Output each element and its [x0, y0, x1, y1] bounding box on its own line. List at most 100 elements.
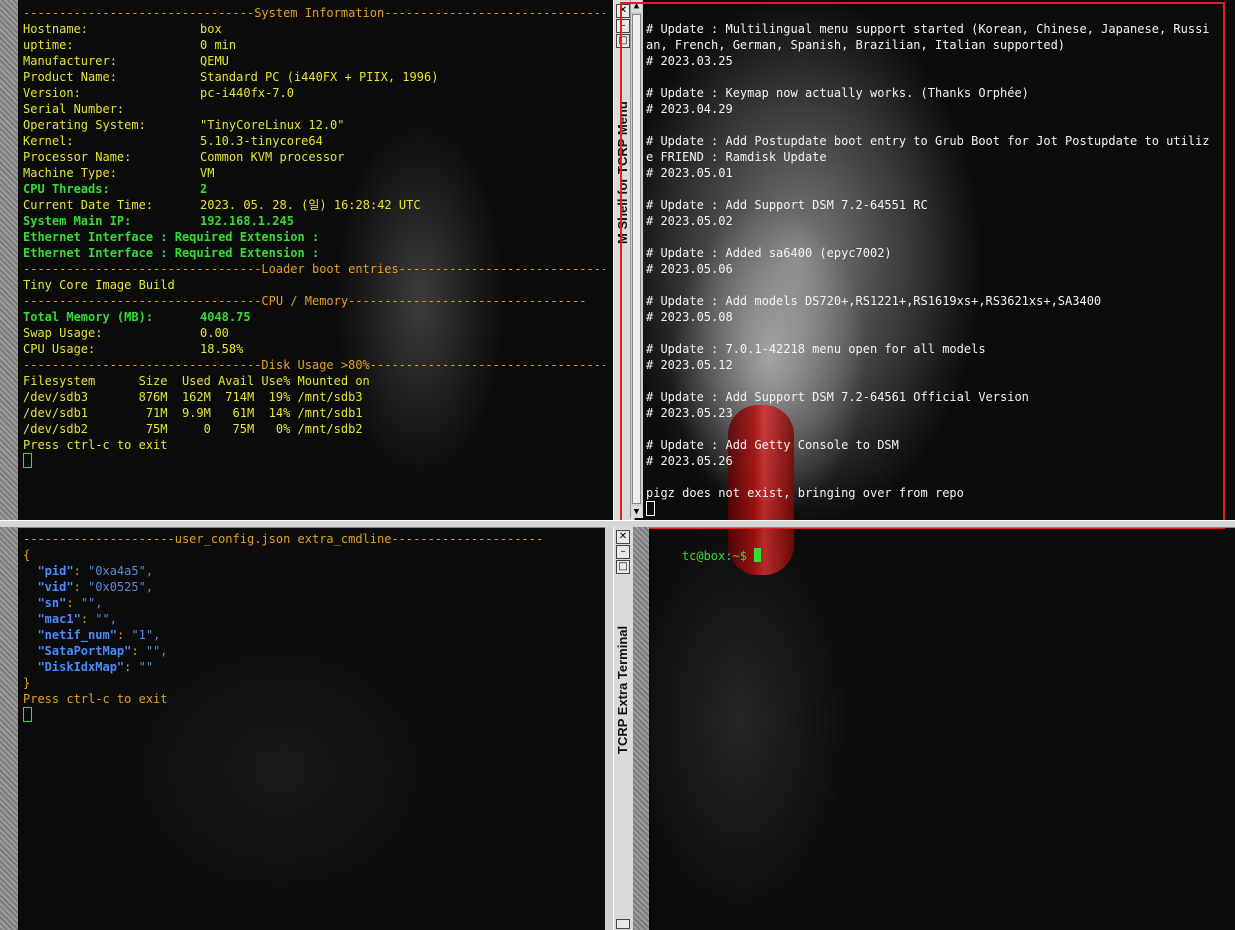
- exit-hint: Press ctrl-c to exit: [23, 438, 168, 452]
- config-terminal-window[interactable]: ---------------------user_config.json ex…: [0, 527, 605, 930]
- terminal-line: "SataPortMap": "",: [23, 643, 603, 659]
- json-value: "0xa4a5",: [88, 564, 154, 578]
- terminal-line: Total Memory (MB): 4048.75: [23, 309, 603, 325]
- json-key: "SataPortMap": [37, 644, 132, 658]
- info-value: 18.58%: [200, 342, 244, 356]
- terminal-line: /dev/sdb3 876M 162M 714M 19% /mnt/sdb3: [23, 389, 603, 405]
- json-colon: :: [131, 644, 146, 658]
- terminal-line: Ethernet Interface : Required Extension …: [23, 245, 603, 261]
- terminal-line: ---------------------user_config.json ex…: [23, 531, 603, 547]
- json-value: "1",: [131, 628, 161, 642]
- terminal-line: }: [23, 675, 603, 691]
- terminal-line: "netif_num": "1",: [23, 627, 603, 643]
- extra-window-titlebar[interactable]: ✕ – □ TCRP Extra Terminal: [613, 527, 635, 930]
- terminal-line: "pid": "0xa4a5",: [23, 563, 603, 579]
- info-value: 0.00: [200, 326, 229, 340]
- terminal-line: Version: pc-i440fx-7.0: [23, 85, 603, 101]
- terminal-line: Swap Usage: 0.00: [23, 325, 603, 341]
- disk-table-row: /dev/sdb1 71M 9.9M 61M 14% /mnt/sdb1: [23, 406, 363, 420]
- json-brace: {: [23, 548, 31, 562]
- terminal-line: Press ctrl-c to exit: [23, 437, 603, 453]
- terminal-line: CPU Threads: 2: [23, 181, 603, 197]
- json-colon: :: [73, 564, 89, 578]
- json-key: "mac1": [37, 612, 81, 626]
- maximize-icon[interactable]: □: [616, 560, 630, 574]
- json-value: "": [138, 660, 154, 674]
- info-key: Swap Usage:: [23, 326, 103, 340]
- info-value: 2: [200, 182, 208, 196]
- ethernet-line: Ethernet Interface : Required Extension …: [23, 230, 320, 244]
- terminal-line: Kernel: 5.10.3-tinycore64: [23, 133, 603, 149]
- info-value: Standard PC (i440FX + PIIX, 1996): [200, 70, 439, 84]
- info-value: 4048.75: [200, 310, 251, 324]
- terminal-line: ---------------------------------Loader …: [23, 261, 605, 277]
- info-key: Operating System:: [23, 118, 146, 132]
- terminal-line: Product Name: Standard PC (i440FX + PIIX,…: [23, 69, 603, 85]
- json-key: "pid": [37, 564, 74, 578]
- sysinfo-scrollbar[interactable]: [0, 0, 18, 520]
- config-scrollbar[interactable]: [0, 527, 18, 930]
- disk-table-row: /dev/sdb3 876M 162M 714M 19% /mnt/sdb3: [23, 390, 363, 404]
- resize-grip-icon[interactable]: [616, 919, 630, 929]
- terminal-line: /dev/sdb2 75M 0 75M 0% /mnt/sdb2: [23, 421, 603, 437]
- json-value: "0x0525",: [88, 580, 154, 594]
- disk-table-row: /dev/sdb2 75M 0 75M 0% /mnt/sdb2: [23, 422, 363, 436]
- json-key: "sn": [37, 596, 67, 610]
- terminal-line: Tiny Core Image Build: [23, 277, 603, 293]
- terminal-line: Operating System: "TinyCoreLinux 12.0": [23, 117, 603, 133]
- info-value: 0 min: [200, 38, 237, 52]
- extra-terminal-prompt-line[interactable]: tc@box:~$: [653, 532, 762, 930]
- info-key: uptime:: [23, 38, 74, 52]
- info-key: Version:: [23, 86, 81, 100]
- text-cursor: [23, 707, 32, 722]
- terminal-line: Serial Number:: [23, 101, 603, 117]
- ethernet-line: Ethernet Interface : Required Extension …: [23, 246, 320, 260]
- terminal-line: "mac1": "",: [23, 611, 603, 627]
- extra-scrollbar[interactable]: [633, 527, 649, 930]
- terminal-line: "vid": "0x0525",: [23, 579, 603, 595]
- terminal-line: --------------------------------System I…: [23, 5, 605, 21]
- info-key: CPU Usage:: [23, 342, 96, 356]
- info-key: System Main IP:: [23, 214, 132, 228]
- json-key: "DiskIdxMap": [37, 660, 125, 674]
- info-key: Machine Type:: [23, 166, 117, 180]
- section-header: --------------------------------System I…: [23, 6, 605, 20]
- section-header: ---------------------------------Disk Us…: [23, 358, 605, 372]
- info-value: "TinyCoreLinux 12.0": [200, 118, 345, 132]
- disk-table-row: Filesystem Size Used Avail Use% Mounted …: [23, 374, 370, 388]
- json-value: "",: [95, 612, 117, 626]
- terminal-line: [23, 453, 603, 469]
- sysinfo-terminal-window[interactable]: --------------------------------System I…: [0, 0, 605, 520]
- terminal-line: [23, 707, 603, 723]
- info-value: Common KVM processor: [200, 150, 345, 164]
- minimize-icon[interactable]: –: [616, 545, 630, 559]
- terminal-line: System Main IP: 192.168.1.245: [23, 213, 603, 229]
- terminal-line: ---------------------------------Disk Us…: [23, 357, 605, 373]
- pane-divider-vertical[interactable]: [605, 527, 613, 930]
- section-header: ---------------------user_config.json ex…: [23, 532, 544, 546]
- json-colon: :: [73, 580, 89, 594]
- info-value: box: [200, 22, 222, 36]
- terminal-line: {: [23, 547, 603, 563]
- info-key: Kernel:: [23, 134, 74, 148]
- close-icon[interactable]: ✕: [616, 530, 630, 544]
- selection-highlight-box: [620, 2, 1225, 529]
- json-colon: :: [80, 612, 96, 626]
- json-key: "netif_num": [37, 628, 117, 642]
- info-key: Manufacturer:: [23, 54, 117, 68]
- terminal-line: /dev/sdb1 71M 9.9M 61M 14% /mnt/sdb1: [23, 405, 603, 421]
- text-cursor: [754, 548, 762, 562]
- terminal-line: Filesystem Size Used Avail Use% Mounted …: [23, 373, 603, 389]
- info-value: 192.168.1.245: [200, 214, 294, 228]
- terminal-line: "DiskIdxMap": "": [23, 659, 603, 675]
- json-colon: :: [66, 596, 81, 610]
- info-key: Total Memory (MB):: [23, 310, 154, 324]
- info-value: QEMU: [200, 54, 229, 68]
- terminal-line: Machine Type: VM: [23, 165, 603, 181]
- info-value: 2023. 05. 28. (일) 16:28:42 UTC: [200, 198, 421, 212]
- terminal-line: "sn": "",: [23, 595, 603, 611]
- terminal-line: CPU Usage: 18.58%: [23, 341, 603, 357]
- extra-terminal-window[interactable]: tc@box:~$: [650, 527, 1235, 930]
- shell-prompt: tc@box:~$: [681, 549, 755, 563]
- info-key: Serial Number:: [23, 102, 125, 116]
